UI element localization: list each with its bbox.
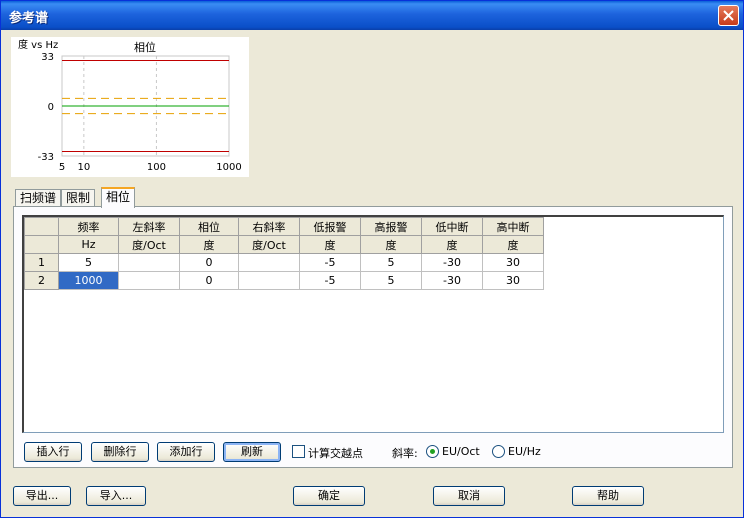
column-unit[interactable]: 度 (179, 235, 239, 254)
export-button[interactable]: 导出... (13, 486, 71, 506)
table-cell[interactable] (118, 271, 180, 290)
column-unit[interactable]: 度 (421, 235, 483, 254)
x-tick-label: 5 (59, 162, 65, 173)
cancel-button[interactable]: 取消 (433, 486, 505, 506)
slope-eu-oct-label[interactable]: EU/Oct (442, 445, 480, 458)
table-cell[interactable]: 5 (360, 253, 422, 272)
corner-cell (24, 235, 59, 254)
table-cell[interactable]: 5 (58, 253, 119, 272)
table-cell[interactable] (238, 253, 300, 272)
table-cell[interactable]: -5 (299, 253, 361, 272)
table-cell[interactable]: 0 (179, 271, 239, 290)
table-cell[interactable] (238, 271, 300, 290)
row-header[interactable]: 1 (24, 253, 59, 272)
slope-eu-hz-label[interactable]: EU/Hz (508, 445, 541, 458)
table-cell[interactable]: -30 (421, 271, 483, 290)
table-cell-selected[interactable]: 1000 (58, 271, 119, 290)
slope-eu-oct-radio[interactable] (426, 445, 439, 458)
column-unit[interactable]: 度/Oct (238, 235, 300, 254)
header-row-units: Hz 度/Oct 度 度/Oct 度 度 度 度 (24, 235, 544, 254)
radio-selected-dot (430, 449, 435, 454)
table-cell[interactable]: 0 (179, 253, 239, 272)
column-unit[interactable]: 度 (299, 235, 361, 254)
header-row-names: 频率 左斜率 相位 右斜率 低报警 高报警 低中断 高中断 (24, 217, 544, 236)
column-header[interactable]: 高中断 (482, 217, 544, 236)
y-tick-label: -33 (38, 152, 54, 163)
x-tick-label: 100 (147, 162, 166, 173)
close-icon (723, 10, 734, 21)
phase-chart-svg: 度 vs Hz 相位 33 0 -33 5 10 100 1000 (18, 38, 242, 173)
table-row: 1 5 0 -5 5 -30 30 (24, 253, 544, 272)
table-cell[interactable]: -30 (421, 253, 483, 272)
table-cell[interactable]: 5 (360, 271, 422, 290)
chart-title: 相位 (134, 40, 156, 54)
column-header[interactable]: 相位 (179, 217, 239, 236)
window-title: 参考谱 (9, 11, 49, 26)
y-tick-label: 0 (48, 102, 54, 113)
insert-row-button[interactable]: 插入行 (24, 442, 82, 462)
tab-phase[interactable]: 相位 (101, 187, 136, 208)
delete-row-button[interactable]: 删除行 (91, 442, 149, 462)
x-tick-label: 1000 (216, 162, 241, 173)
compute-crossing-label[interactable]: 计算交越点 (308, 445, 363, 461)
column-header[interactable]: 低中断 (421, 217, 483, 236)
phase-grid: 频率 左斜率 相位 右斜率 低报警 高报警 低中断 高中断 Hz 度/Oct 度… (24, 217, 544, 290)
tab-limits[interactable]: 限制 (61, 189, 96, 207)
column-unit[interactable]: 度/Oct (118, 235, 180, 254)
column-unit[interactable]: 度 (482, 235, 544, 254)
y-tick-label: 33 (41, 52, 54, 63)
table-cell[interactable]: 30 (482, 253, 544, 272)
ok-button[interactable]: 确定 (293, 486, 365, 506)
import-button[interactable]: 导入... (86, 486, 146, 506)
column-header[interactable]: 右斜率 (238, 217, 300, 236)
column-header[interactable]: 频率 (58, 217, 119, 236)
close-button[interactable] (718, 5, 739, 26)
phase-table[interactable]: 频率 左斜率 相位 右斜率 低报警 高报警 低中断 高中断 Hz 度/Oct 度… (22, 215, 724, 433)
column-header[interactable]: 左斜率 (118, 217, 180, 236)
slope-label: 斜率: (392, 447, 418, 460)
phase-tab-panel: 频率 左斜率 相位 右斜率 低报警 高报警 低中断 高中断 Hz 度/Oct 度… (13, 206, 733, 468)
reference-spectrum-dialog: 参考谱 度 vs Hz 相位 33 0 -33 5 10 100 1000 扫频谱 限制 相… (0, 0, 744, 518)
x-tick-label: 10 (77, 162, 90, 173)
add-row-button[interactable]: 添加行 (157, 442, 215, 462)
column-header[interactable]: 高报警 (360, 217, 422, 236)
tab-sweep-spectrum[interactable]: 扫频谱 (15, 189, 62, 207)
help-button[interactable]: 帮助 (572, 486, 644, 506)
column-header[interactable]: 低报警 (299, 217, 361, 236)
title-bar[interactable]: 参考谱 (1, 1, 743, 30)
phase-chart: 度 vs Hz 相位 33 0 -33 5 10 100 1000 (11, 37, 249, 177)
table-cell[interactable]: 30 (482, 271, 544, 290)
column-unit[interactable]: Hz (58, 235, 119, 254)
slope-eu-hz-radio[interactable] (492, 445, 505, 458)
table-cell[interactable]: -5 (299, 271, 361, 290)
row-header[interactable]: 2 (24, 271, 59, 290)
corner-cell (24, 217, 59, 236)
refresh-button[interactable]: 刷新 (223, 442, 281, 462)
table-row: 2 1000 0 -5 5 -30 30 (24, 271, 544, 290)
column-unit[interactable]: 度 (360, 235, 422, 254)
table-cell[interactable] (118, 253, 180, 272)
chart-ylabel: 度 vs Hz (18, 38, 58, 51)
compute-crossing-checkbox[interactable] (292, 445, 305, 458)
